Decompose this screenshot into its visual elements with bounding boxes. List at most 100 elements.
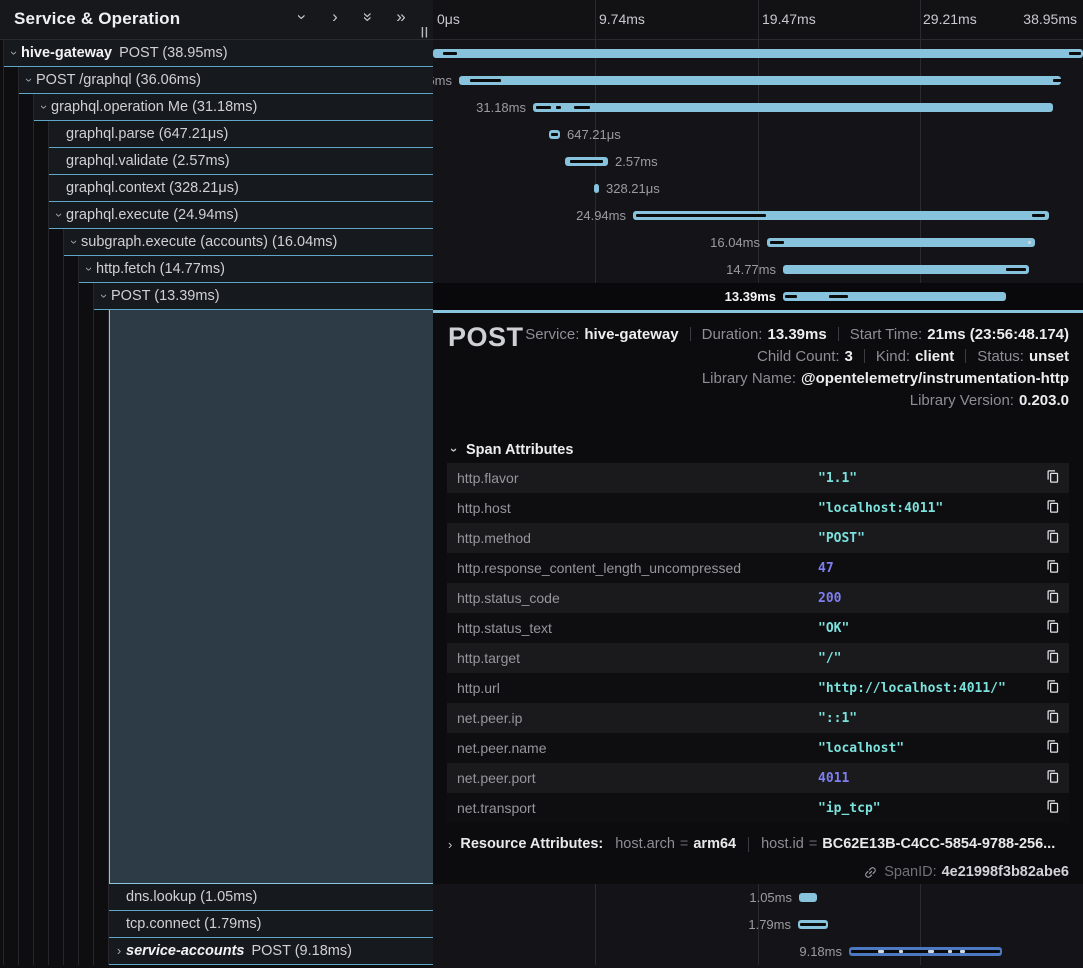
span-bar[interactable] — [799, 893, 817, 902]
timeline-tick: 9.74ms — [599, 11, 645, 27]
timeline-rows: 38.95ms 36.06ms 31.18ms 647.21μs 2.57ms … — [433, 40, 1083, 310]
collapse-all-double-chevron-down-icon[interactable]: » — [359, 9, 377, 25]
span-tree-row[interactable]: › POST /graphql (36.06ms) — [0, 67, 433, 94]
copy-icon[interactable] — [1043, 709, 1061, 727]
span-tree-row[interactable]: › http.fetch (14.77ms) — [0, 256, 433, 283]
timeline-panel: 0μs9.74ms19.47ms29.21ms38.95ms 38.95ms 3… — [433, 0, 1083, 968]
span-tree-row[interactable]: dns.lookup (1.05ms) — [0, 884, 433, 911]
expand-one-chevron-right-icon[interactable]: › — [327, 8, 343, 26]
copy-icon[interactable] — [1043, 499, 1061, 517]
span-bar[interactable] — [533, 103, 1053, 112]
attribute-row: http.response_content_length_uncompresse… — [447, 553, 1069, 583]
span-tree-row[interactable]: › graphql.operation Me (31.18ms) — [0, 94, 433, 121]
span-tree-row-content: › graphql.operation Me (31.18ms) — [34, 94, 433, 121]
resource-key: host.arch — [615, 836, 675, 852]
span-bar[interactable] — [798, 920, 828, 929]
timeline-row[interactable]: 647.21μs — [433, 121, 1083, 148]
copy-icon[interactable] — [1043, 619, 1061, 637]
span-duration-label: 24.94ms — [576, 208, 626, 223]
equals-sign: = — [809, 836, 817, 852]
span-bar[interactable] — [633, 211, 1049, 220]
span-bar[interactable] — [849, 947, 1002, 956]
timeline-row[interactable]: 16.04ms — [433, 229, 1083, 256]
span-tree-row[interactable]: tcp.connect (1.79ms) — [0, 911, 433, 938]
copy-icon[interactable] — [1043, 589, 1061, 607]
resource-attributes-row[interactable]: › Resource Attributes: host.arch=arm64ho… — [448, 836, 1055, 852]
span-duration-label: 328.21μs — [606, 181, 660, 196]
timeline-tick: 38.95ms — [1023, 11, 1077, 27]
copy-icon[interactable] — [1043, 769, 1061, 787]
span-bar[interactable] — [433, 49, 1083, 58]
detail-meta-line: Service:hive-gatewayDuration:13.39msStar… — [525, 323, 1069, 345]
meta-value: 0.203.0 — [1019, 392, 1069, 409]
span-attributes-table: http.flavor "1.1" http.host "localhost:4… — [447, 463, 1069, 823]
timeline-row[interactable]: 13.39ms — [433, 283, 1083, 310]
span-tree-row[interactable]: › graphql.execute (24.94ms) — [0, 202, 433, 229]
timeline-row[interactable]: 38.95ms — [433, 40, 1083, 67]
span-tree-row[interactable]: › hive-gateway POST (38.95ms) — [0, 40, 433, 67]
span-bar[interactable] — [459, 76, 1061, 85]
span-tree-row[interactable]: graphql.validate (2.57ms) — [0, 148, 433, 175]
chevron-icon[interactable]: › — [22, 73, 36, 87]
attribute-key: http.host — [447, 500, 511, 516]
span-detail-panel: POST Service:hive-gatewayDuration:13.39m… — [433, 310, 1083, 884]
timeline-row[interactable]: 328.21μs — [433, 175, 1083, 202]
copy-icon[interactable] — [1043, 739, 1061, 757]
span-bar[interactable] — [549, 130, 560, 139]
span-duration-label: 2.57ms — [615, 154, 658, 169]
span-tree-row[interactable]: › service-accounts POST (9.18ms) — [0, 938, 433, 965]
panel-resize-handle[interactable]: || — [421, 26, 429, 38]
attribute-row: net.peer.name "localhost" — [447, 733, 1069, 763]
child-span-tick — [1069, 52, 1081, 55]
chevron-icon[interactable]: › — [37, 100, 51, 114]
timeline-tick: 0μs — [437, 11, 460, 27]
resource-value: BC62E13B-C4CC-5854-9788-256... — [822, 836, 1055, 852]
span-bar[interactable] — [783, 292, 1006, 301]
attribute-row: http.status_text "OK" — [447, 613, 1069, 643]
timeline-row[interactable]: 24.94ms — [433, 202, 1083, 229]
chevron-icon[interactable]: › — [112, 944, 126, 958]
chevron-icon[interactable]: › — [82, 262, 96, 276]
copy-icon[interactable] — [1043, 679, 1061, 697]
span-tree-row[interactable]: graphql.parse (647.21μs) — [0, 121, 433, 148]
timeline-row[interactable]: 1.05ms — [433, 884, 1083, 911]
indent-guides — [0, 911, 109, 938]
tree-header-actions: › › » » — [294, 8, 409, 26]
copy-icon[interactable] — [1043, 799, 1061, 817]
span-tree-row[interactable]: › POST (13.39ms) — [0, 283, 433, 310]
timeline-row[interactable]: 2.57ms — [433, 148, 1083, 175]
attribute-value: 47 — [818, 561, 834, 576]
chevron-icon[interactable]: › — [67, 235, 81, 249]
span-bar[interactable] — [767, 238, 1035, 247]
link-icon[interactable] — [860, 861, 881, 882]
timeline-row[interactable]: 31.18ms — [433, 94, 1083, 121]
span-bar[interactable] — [565, 157, 608, 166]
child-span-tick — [1006, 268, 1026, 271]
copy-icon[interactable] — [1043, 559, 1061, 577]
chevron-icon[interactable]: › — [97, 289, 111, 303]
span-tree-row[interactable]: graphql.context (328.21μs) — [0, 175, 433, 202]
attribute-value: "localhost" — [818, 741, 904, 756]
span-id-value: 4e21998f3b82abe6 — [942, 864, 1069, 880]
child-span-tick — [878, 950, 884, 953]
copy-icon[interactable] — [1043, 469, 1061, 487]
span-tree-row-content: › POST (13.39ms) — [94, 283, 433, 310]
copy-icon[interactable] — [1043, 529, 1061, 547]
span-bar[interactable] — [783, 265, 1029, 274]
chevron-icon[interactable]: › — [7, 46, 21, 60]
copy-icon[interactable] — [1043, 649, 1061, 667]
timeline-row[interactable]: 36.06ms — [433, 67, 1083, 94]
attribute-key: net.transport — [447, 800, 536, 816]
span-attributes-header[interactable]: › Span Attributes — [448, 442, 573, 458]
meta-value: 13.39ms — [767, 326, 826, 343]
timeline-row[interactable]: 9.18ms — [433, 938, 1083, 965]
span-bar[interactable] — [594, 184, 599, 193]
expand-all-double-chevron-right-icon[interactable]: » — [393, 8, 409, 26]
chevron-icon[interactable]: › — [52, 208, 66, 222]
meta-label: Status: — [977, 348, 1024, 365]
timeline-row[interactable]: 1.79ms — [433, 911, 1083, 938]
span-tree-row[interactable]: › subgraph.execute (accounts) (16.04ms) — [0, 229, 433, 256]
collapse-one-chevron-down-icon[interactable]: › — [293, 9, 311, 25]
timeline-row[interactable]: 14.77ms — [433, 256, 1083, 283]
child-span-tick — [851, 950, 1000, 953]
